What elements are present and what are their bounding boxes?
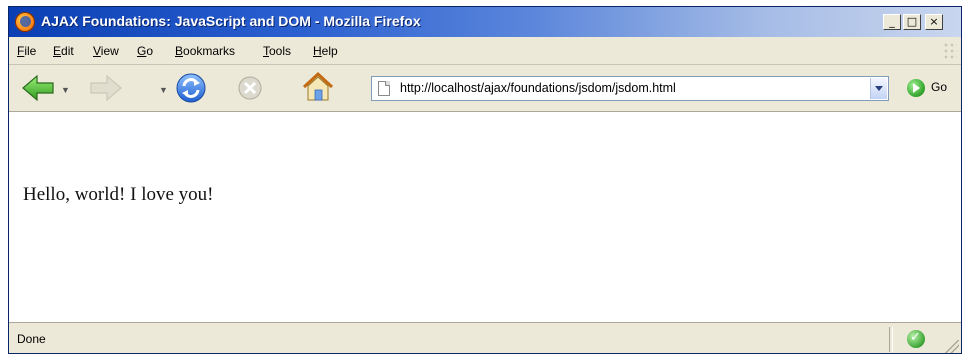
forward-icon[interactable] <box>89 74 123 102</box>
menu-edit[interactable]: Edit <box>53 44 74 58</box>
go-icon <box>907 79 925 97</box>
menu-tools-label: ools <box>269 44 292 58</box>
url-field[interactable]: http://localhost/ajax/foundations/jsdom/… <box>400 81 676 95</box>
menu-go-label: o <box>146 44 154 58</box>
toolbar-grip <box>943 42 957 60</box>
menu-file-label: ile <box>24 44 37 58</box>
back-history-dropdown-icon[interactable]: ▼ <box>61 85 70 95</box>
browser-window: AJAX Foundations: JavaScript and DOM - M… <box>8 6 962 354</box>
menu-help[interactable]: Help <box>313 44 338 58</box>
home-icon[interactable] <box>301 71 335 103</box>
back-icon[interactable] <box>21 74 55 102</box>
menu-go[interactable]: Go <box>137 44 153 58</box>
window-title: AJAX Foundations: JavaScript and DOM - M… <box>41 13 421 29</box>
menu-tools[interactable]: Tools <box>263 44 291 58</box>
menu-bookmarks-mnemonic: B <box>175 44 184 58</box>
status-bar: Done <box>9 322 961 353</box>
go-label: Go <box>931 80 948 94</box>
page-icon <box>378 81 390 96</box>
maximize-button[interactable]: □ <box>903 14 921 30</box>
url-history-dropdown-button[interactable] <box>870 78 887 99</box>
menu-help-label: elp <box>321 44 338 58</box>
page-content: Hello, world! I love you! <box>9 112 961 322</box>
status-separator <box>889 327 893 352</box>
navigation-toolbar: ▼ ▼ http://localhost/ajax/foundations/js… <box>9 65 961 112</box>
menu-bar: File Edit View Go Bookmarks Tools Help <box>9 38 961 65</box>
stop-icon[interactable] <box>237 75 263 101</box>
go-button[interactable]: Go <box>907 77 959 99</box>
menu-view-mnemonic: V <box>93 44 101 58</box>
security-check-icon <box>907 330 925 348</box>
title-bar[interactable]: AJAX Foundations: JavaScript and DOM - M… <box>9 7 961 37</box>
menu-view-label: iew <box>100 44 119 58</box>
menu-edit-label: dit <box>61 44 74 58</box>
resize-grip[interactable] <box>945 340 959 353</box>
menu-edit-mnemonic: E <box>53 44 62 58</box>
status-text: Done <box>17 332 46 346</box>
firefox-icon <box>15 12 35 32</box>
menu-file[interactable]: File <box>17 44 36 58</box>
menu-go-mnemonic: G <box>137 44 147 58</box>
menu-help-mnemonic: H <box>313 44 322 58</box>
page-body-text: Hello, world! I love you! <box>23 184 214 205</box>
menu-bookmarks-label: ookmarks <box>183 44 236 58</box>
reload-icon[interactable] <box>175 72 207 104</box>
forward-history-dropdown-icon[interactable]: ▼ <box>159 85 168 95</box>
address-bar[interactable]: http://localhost/ajax/foundations/jsdom/… <box>371 76 889 101</box>
minimize-button[interactable]: _ <box>883 14 901 30</box>
menu-bookmarks[interactable]: Bookmarks <box>175 44 235 58</box>
menu-view[interactable]: View <box>93 44 119 58</box>
close-button[interactable]: × <box>925 14 943 30</box>
